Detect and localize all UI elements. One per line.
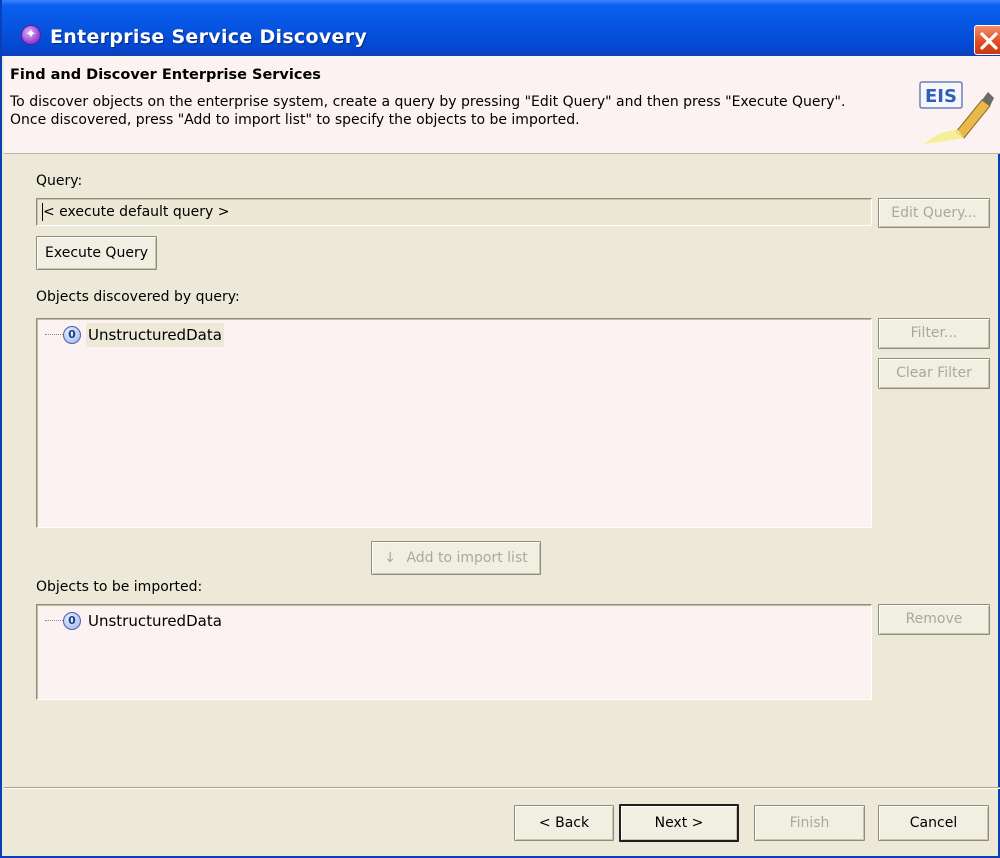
add-to-import-list-button[interactable]: ↓ Add to import list: [371, 541, 541, 575]
footer-separator: [4, 787, 1000, 789]
page-description: To discover objects on the enterprise sy…: [10, 94, 846, 128]
remove-button[interactable]: Remove: [878, 604, 990, 635]
imported-objects-list[interactable]: 0 UnstructuredData: [36, 604, 872, 700]
clear-filter-button[interactable]: Clear Filter: [878, 358, 990, 389]
close-icon: [980, 32, 998, 50]
filter-button[interactable]: Filter...: [878, 318, 990, 349]
edit-query-button[interactable]: Edit Query...: [878, 198, 990, 228]
object-node-icon: 0: [63, 612, 81, 630]
add-to-import-label: Add to import list: [406, 550, 528, 566]
page-title: Find and Discover Enterprise Services: [10, 67, 321, 83]
discovered-objects-list[interactable]: 0 UnstructuredData: [36, 318, 872, 528]
eis-logo-icon: EIS: [919, 81, 994, 144]
tree-item[interactable]: 0 UnstructuredData: [45, 609, 265, 633]
query-field[interactable]: < execute default query >: [36, 198, 872, 226]
back-button[interactable]: < Back: [514, 805, 614, 841]
finish-button[interactable]: Finish: [754, 805, 865, 841]
tree-connector: [45, 334, 63, 335]
cancel-button[interactable]: Cancel: [878, 805, 989, 841]
arrow-down-icon: ↓: [384, 550, 396, 566]
discovered-label: Objects discovered by query:: [36, 289, 240, 305]
tree-item-label: UnstructuredData: [86, 323, 224, 347]
wizard-banner: Find and Discover Enterprise Services To…: [4, 56, 1000, 154]
tree-item-label: UnstructuredData: [88, 612, 222, 630]
app-icon: ✦: [21, 25, 41, 45]
tree-item[interactable]: 0 UnstructuredData: [45, 323, 265, 347]
eis-logo-text: EIS: [925, 86, 957, 107]
object-node-icon: 0: [63, 326, 81, 344]
imported-label: Objects to be imported:: [36, 579, 203, 595]
wizard-window: ✦ Enterprise Service Discovery Find and …: [0, 0, 1000, 858]
query-label: Query:: [36, 173, 83, 189]
tree-connector: [45, 620, 63, 621]
execute-query-button[interactable]: Execute Query: [36, 236, 157, 270]
window-title: Enterprise Service Discovery: [50, 26, 368, 48]
close-button[interactable]: [974, 25, 1000, 55]
title-bar[interactable]: ✦ Enterprise Service Discovery: [2, 0, 1000, 56]
next-button[interactable]: Next >: [619, 804, 739, 842]
